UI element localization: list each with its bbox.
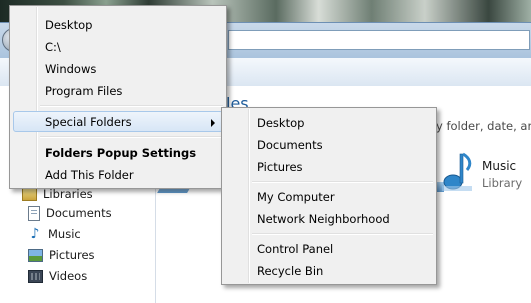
menu-separator (252, 233, 433, 235)
menu-separator (40, 136, 223, 138)
music-note-icon[interactable] (440, 150, 474, 192)
library-tile-name[interactable]: Music (482, 159, 516, 173)
menu-item-add-this-folder[interactable]: Add This Folder (13, 164, 223, 185)
picture-icon (28, 248, 43, 262)
menu-item-c-drive[interactable]: C:\ (13, 36, 223, 57)
special-folders-submenu: Desktop Documents Pictures My Computer N… (221, 107, 437, 285)
menu-item-special-folders[interactable]: Special Folders (13, 111, 223, 132)
address-bar[interactable] (228, 30, 530, 50)
nav-item-label: Pictures (49, 248, 95, 262)
submenu-item-network-neighborhood[interactable]: Network Neighborhood (225, 208, 433, 229)
submenu-item-pictures[interactable]: Pictures (225, 156, 433, 177)
nav-item-label: Documents (46, 206, 112, 220)
menu-separator (40, 105, 223, 107)
submenu-item-my-computer[interactable]: My Computer (225, 186, 433, 207)
submenu-item-control-panel[interactable]: Control Panel (225, 238, 433, 259)
nav-item-label: Music (48, 227, 81, 241)
submenu-item-documents[interactable]: Documents (225, 134, 433, 155)
menu-item-label: Special Folders (45, 115, 132, 129)
nav-item-pictures[interactable]: Pictures (28, 245, 95, 265)
menu-item-desktop[interactable]: Desktop (13, 14, 223, 35)
nav-item-music[interactable]: ♪ Music (28, 224, 81, 244)
menu-item-settings[interactable]: Folders Popup Settings (13, 142, 223, 163)
nav-item-label: Videos (49, 269, 88, 283)
folder-icon (22, 187, 37, 201)
chevron-right-icon (211, 119, 215, 127)
nav-item-videos[interactable]: Videos (28, 266, 87, 286)
menu-item-windows[interactable]: Windows (13, 58, 223, 79)
menu-separator (252, 181, 433, 183)
video-icon (28, 269, 43, 283)
menu-item-program-files[interactable]: Program Files (13, 80, 223, 101)
folders-popup-menu: Desktop C:\ Windows Program Files Specia… (9, 5, 227, 189)
content-arrange-text: y folder, date, and (436, 119, 531, 133)
nav-item-label: Libraries (43, 187, 93, 201)
library-tile-type: Library (482, 176, 523, 190)
document-icon (28, 205, 40, 221)
submenu-item-desktop[interactable]: Desktop (225, 112, 433, 133)
submenu-item-recycle-bin[interactable]: Recycle Bin (225, 260, 433, 281)
music-note-icon: ♪ (30, 226, 40, 242)
nav-item-documents[interactable]: Documents (28, 203, 112, 223)
